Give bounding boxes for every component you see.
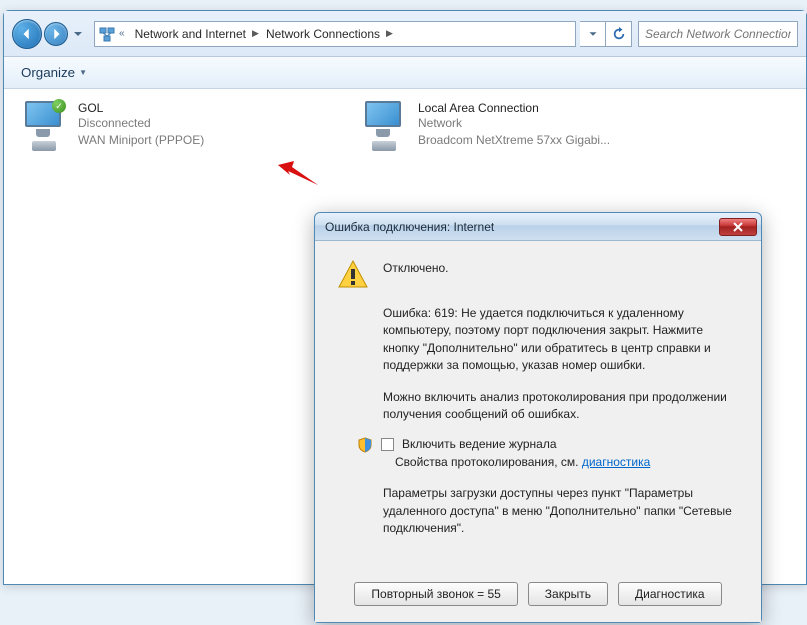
search-input[interactable] [645, 27, 791, 41]
modem-icon [32, 141, 56, 151]
chevron-right-icon[interactable]: ▶ [386, 28, 394, 39]
close-button[interactable] [719, 218, 757, 236]
enable-logging-checkbox[interactable] [381, 438, 394, 451]
params-message: Параметры загрузки доступны через пункт … [383, 485, 739, 537]
logging-message: Можно включить анализ протоколирования п… [383, 389, 739, 424]
connection-item-gol[interactable]: ✓ GOL Disconnected WAN Miniport (PPPOE) [22, 101, 322, 151]
connection-status: Disconnected [78, 115, 204, 132]
refresh-dropdown[interactable] [580, 21, 606, 47]
organize-label: Organize [21, 65, 75, 80]
refresh-button[interactable] [606, 21, 632, 47]
checkbox-label: Включить ведение журнала [402, 437, 557, 451]
breadcrumb-segment[interactable]: Network and Internet [131, 27, 250, 41]
address-bar: « Network and Internet ▶ Network Connect… [4, 11, 806, 57]
disconnected-label: Отключено. [383, 259, 449, 291]
nav-history-dropdown[interactable] [70, 26, 86, 42]
back-button[interactable] [12, 19, 42, 49]
chevron-down-icon [73, 29, 83, 39]
search-box[interactable] [638, 21, 798, 47]
diagnostics-button[interactable]: Диагностика [618, 582, 722, 606]
chevron-right-icon[interactable]: ▶ [252, 28, 260, 39]
dialog-footer: Повторный звонок = 55 Закрыть Диагностик… [315, 572, 761, 622]
connections-list: ✓ GOL Disconnected WAN Miniport (PPPOE) … [4, 89, 806, 163]
connection-icon [362, 101, 410, 151]
arrow-left-icon [20, 27, 34, 41]
status-ok-icon: ✓ [52, 99, 66, 113]
forward-button[interactable] [44, 22, 68, 46]
dialog-body: Отключено. Ошибка: 619: Не удается подкл… [315, 241, 761, 572]
connection-icon: ✓ [22, 101, 70, 151]
chevron-down-icon: ▼ [79, 68, 87, 77]
redial-button[interactable]: Повторный звонок = 55 [354, 582, 517, 606]
dialog-titlebar[interactable]: Ошибка подключения: Internet [315, 213, 761, 241]
network-icon [99, 26, 115, 42]
chevron-down-icon [586, 27, 600, 41]
close-icon [733, 222, 743, 232]
connection-title: GOL [78, 101, 204, 115]
diagnostics-link[interactable]: диагностика [582, 455, 650, 469]
error-dialog: Ошибка подключения: Internet Отключено. … [314, 212, 762, 623]
breadcrumb-history-icon[interactable]: « [119, 28, 125, 39]
arrow-right-icon [49, 27, 63, 41]
connection-title: Local Area Connection [418, 101, 610, 115]
dialog-title: Ошибка подключения: Internet [325, 220, 719, 234]
breadcrumb[interactable]: « Network and Internet ▶ Network Connect… [94, 21, 576, 47]
nic-icon [372, 141, 396, 151]
breadcrumb-segment[interactable]: Network Connections [262, 27, 384, 41]
connection-device: WAN Miniport (PPPOE) [78, 132, 204, 149]
organize-button[interactable]: Organize ▼ [14, 61, 94, 84]
connection-device: Broadcom NetXtreme 57xx Gigabi... [418, 132, 610, 149]
annotation-arrow [278, 155, 318, 185]
logging-properties-line: Свойства протоколирования, см. диагности… [395, 455, 739, 469]
toolbar: Organize ▼ [4, 57, 806, 89]
warning-icon [337, 259, 369, 291]
connection-status: Network [418, 115, 610, 132]
connection-item-lan[interactable]: Local Area Connection Network Broadcom N… [362, 101, 662, 151]
refresh-icon [612, 27, 626, 41]
error-message: Ошибка: 619: Не удается подключиться к у… [383, 305, 739, 375]
close-dialog-button[interactable]: Закрыть [528, 582, 608, 606]
shield-icon [357, 437, 373, 453]
